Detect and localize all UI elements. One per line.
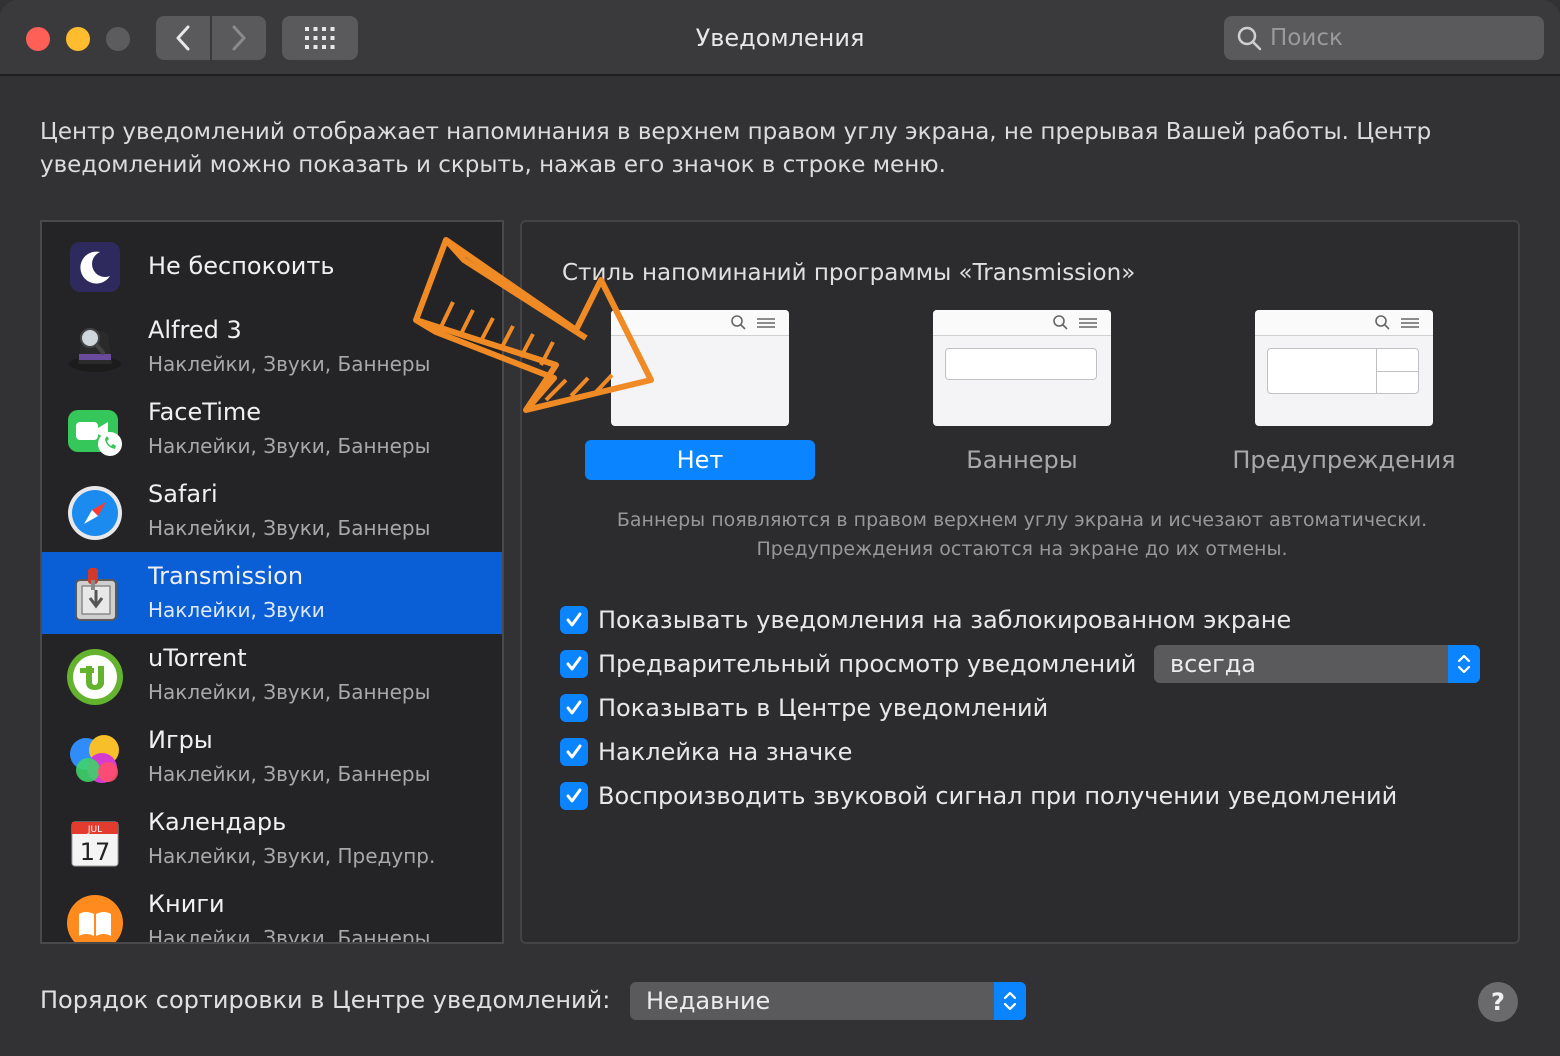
checkmark-icon (566, 744, 582, 759)
safari-icon (68, 486, 122, 540)
updown-chevron-icon (994, 982, 1026, 1020)
check-row-preview[interactable]: Предварительный просмотр уведомлений (560, 646, 1136, 682)
app-name: Safari (148, 480, 218, 508)
app-name: Transmission (148, 562, 304, 590)
close-window-button[interactable] (26, 27, 50, 51)
preview-select[interactable]: всегда (1154, 645, 1480, 683)
calendar-day: 17 (80, 838, 111, 866)
checkmark-icon (566, 656, 582, 671)
check-label: Воспроизводить звуковой сигнал при получ… (598, 782, 1398, 810)
app-notification-types: Наклейки, Звуки, Баннеры (148, 352, 431, 376)
grid-icon (305, 27, 335, 49)
sort-order-select[interactable]: Недавние (630, 982, 1026, 1020)
app-item-books[interactable]: Книги Наклейки, Звуки, Баннеры (42, 880, 502, 944)
hint-line-2: Предупреждения остаются на экране до их … (756, 538, 1288, 560)
alert-style-hint: Баннеры появляются в правом верхнем углу… (522, 506, 1522, 564)
check-row-badge[interactable]: Наклейка на значке (560, 734, 852, 770)
calendar-icon: JUL 17 (71, 821, 119, 867)
help-button[interactable]: ? (1478, 982, 1518, 1022)
search-icon (1237, 26, 1262, 51)
check-label: Показывать уведомления на заблокированно… (598, 606, 1292, 634)
app-notification-types: Наклейки, Звуки, Баннеры (148, 516, 431, 540)
app-name: Alfred 3 (148, 316, 242, 344)
sound-checkbox[interactable] (560, 782, 588, 810)
check-label: Наклейка на значке (598, 738, 853, 766)
style-alerts-preview[interactable] (1255, 310, 1433, 426)
preview-checkbox[interactable] (560, 650, 588, 678)
app-notification-types: Наклейки, Звуки, Предупр. (148, 844, 436, 868)
app-notification-types: Наклейки, Звуки, Баннеры (148, 434, 431, 458)
chevron-right-icon (232, 25, 246, 51)
preview-select-value: всегда (1170, 650, 1257, 678)
app-item-alfred[interactable]: Alfred 3 Наклейки, Звуки, Баннеры (42, 306, 502, 388)
updown-chevron-icon (1448, 645, 1480, 683)
utorrent-icon (67, 649, 123, 705)
app-name: Книги (148, 890, 225, 918)
check-row-lock-screen[interactable]: Показывать уведомления на заблокированно… (560, 602, 1291, 638)
search-input[interactable] (1270, 25, 1530, 51)
checkmark-icon (566, 788, 582, 803)
alert-preview-box (1267, 348, 1419, 394)
notifications-window: Уведомления Центр уведомлений отображает… (0, 0, 1560, 1056)
alert-style-title: Стиль напоминаний программы «Transmissio… (562, 260, 1136, 286)
hint-line-1: Баннеры появляются в правом верхнем углу… (616, 509, 1428, 531)
check-label: Предварительный просмотр уведомлений (598, 650, 1137, 678)
app-list[interactable]: Не беспокоить Alfred 3 Наклейки, Звуки, … (40, 220, 504, 944)
chevron-left-icon (176, 25, 190, 51)
style-banners-button[interactable]: Баннеры (907, 440, 1137, 480)
facetime-icon (68, 410, 122, 456)
check-label: Показывать в Центре уведомлений (598, 694, 1049, 722)
app-item-game-center[interactable]: Игры Наклейки, Звуки, Баннеры (42, 716, 502, 798)
preview-toolbar-icons (1053, 315, 1097, 330)
app-name: Календарь (148, 808, 287, 836)
app-item-do-not-disturb[interactable]: Не беспокоить (42, 224, 502, 306)
style-none-button[interactable]: Нет (585, 440, 815, 480)
app-item-transmission[interactable]: Transmission Наклейки, Звуки (42, 552, 502, 634)
style-none-preview[interactable] (611, 310, 789, 426)
app-item-utorrent[interactable]: uTorrent Наклейки, Звуки, Баннеры (42, 634, 502, 716)
app-item-safari[interactable]: Safari Наклейки, Звуки, Баннеры (42, 470, 502, 552)
check-row-show-in-center[interactable]: Показывать в Центре уведомлений (560, 690, 1048, 726)
show-all-button[interactable] (282, 16, 358, 60)
transmission-icon (75, 568, 117, 621)
show-in-center-checkbox[interactable] (560, 694, 588, 722)
style-banners-preview[interactable] (933, 310, 1111, 426)
sort-order-value: Недавние (646, 987, 771, 1015)
description-text: Центр уведомлений отображает напоминания… (40, 119, 1432, 178)
style-alerts-button[interactable]: Предупреждения (1214, 440, 1474, 480)
calendar-month: JUL (87, 825, 102, 835)
banner-preview-box (945, 348, 1097, 380)
title-bar: Уведомления (0, 0, 1560, 76)
app-notification-types: Наклейки, Звуки, Баннеры (148, 680, 431, 704)
app-name: FaceTime (148, 398, 262, 426)
badge-checkbox[interactable] (560, 738, 588, 766)
lock-screen-checkbox[interactable] (560, 606, 588, 634)
check-row-sound[interactable]: Воспроизводить звуковой сигнал при получ… (560, 778, 1397, 814)
books-icon (67, 895, 123, 942)
preview-toolbar-icons (1375, 315, 1419, 330)
game-center-icon (70, 735, 119, 783)
minimize-window-button[interactable] (66, 27, 90, 51)
checkmark-icon (566, 700, 582, 715)
app-notification-types: Наклейки, Звуки, Баннеры (148, 762, 431, 786)
app-name: uTorrent (148, 644, 247, 672)
forward-button[interactable] (212, 16, 266, 60)
preview-toolbar-icons (731, 315, 775, 330)
app-name: Не беспокоить (148, 252, 335, 280)
zoom-window-button[interactable] (106, 27, 130, 51)
app-notification-types: Наклейки, Звуки (148, 598, 325, 622)
app-name: Игры (148, 726, 213, 754)
app-notification-types: Наклейки, Звуки, Баннеры (148, 926, 431, 944)
sort-order-label: Порядок сортировки в Центре уведомлений: (40, 986, 611, 1014)
app-item-facetime[interactable]: FaceTime Наклейки, Звуки, Баннеры (42, 388, 502, 470)
back-button[interactable] (156, 16, 210, 60)
settings-panel: Стиль напоминаний программы «Transmissio… (520, 220, 1520, 944)
search-field[interactable] (1224, 16, 1544, 60)
checkmark-icon (566, 612, 582, 627)
moon-icon (70, 242, 120, 292)
app-item-calendar[interactable]: JUL 17 Календарь Наклейки, Звуки, Предуп… (42, 798, 502, 880)
alfred-icon (69, 328, 121, 372)
